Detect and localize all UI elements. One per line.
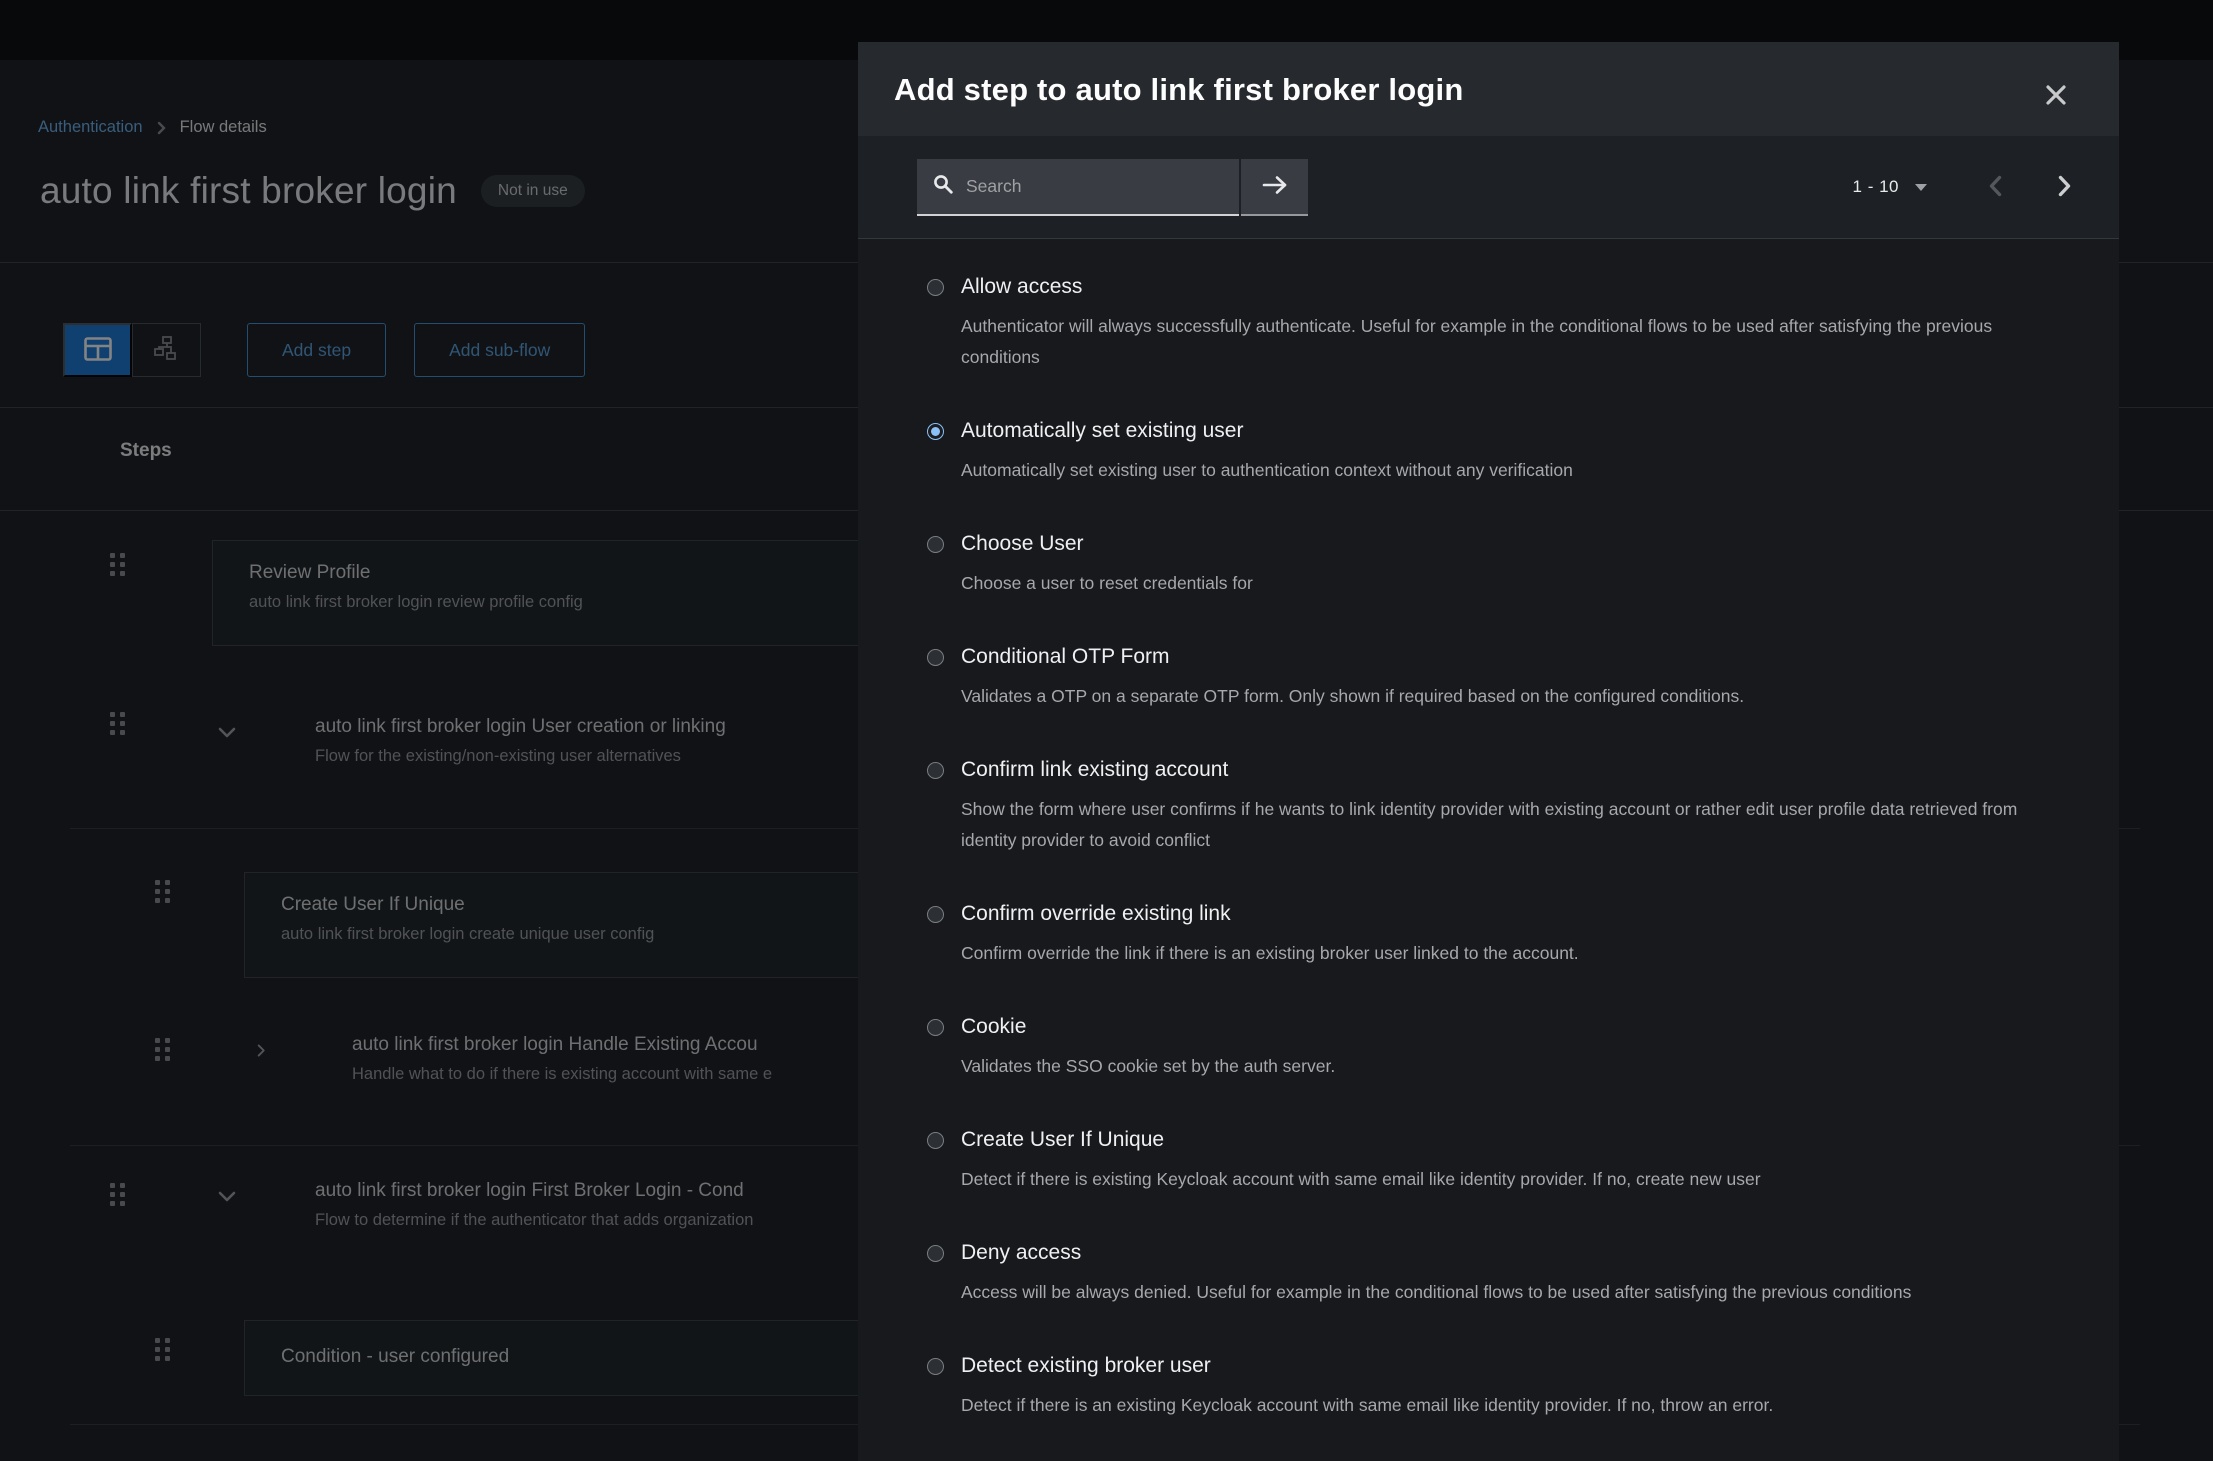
step-option[interactable]: Automatically set existing user Automatic… xyxy=(927,419,2071,486)
option-label: Confirm override existing link xyxy=(961,902,1231,926)
radio-button[interactable] xyxy=(927,1358,944,1375)
option-label: Conditional OTP Form xyxy=(961,645,1170,669)
option-description: Access will be always denied. Useful for… xyxy=(961,1277,2021,1308)
modal-toolbar: 1 - 10 xyxy=(858,136,2119,239)
step-options-list: Allow access Authenticator will always su… xyxy=(858,239,2119,1461)
step-option[interactable]: Choose User Choose a user to reset creden… xyxy=(927,532,2071,599)
option-row: Cookie xyxy=(927,1015,2071,1039)
option-row: Automatically set existing user xyxy=(927,419,2071,443)
search-icon xyxy=(933,174,953,199)
radio-button[interactable] xyxy=(927,1132,944,1149)
option-description: Show the form where user confirms if he … xyxy=(961,794,2021,856)
option-label: Detect existing broker user xyxy=(961,1354,1211,1378)
chevron-left-icon xyxy=(1989,175,2002,200)
search-box xyxy=(917,159,1239,216)
step-option[interactable]: Confirm link existing account Show the fo… xyxy=(927,758,2071,856)
step-option[interactable]: Conditional OTP Form Validates a OTP on a… xyxy=(927,645,2071,712)
option-label: Deny access xyxy=(961,1241,1081,1265)
search-submit-button[interactable] xyxy=(1241,159,1308,216)
radio-button[interactable] xyxy=(927,536,944,553)
option-description: Choose a user to reset credentials for xyxy=(961,568,2021,599)
modal-title: Add step to auto link first broker login xyxy=(894,72,2071,108)
close-button[interactable] xyxy=(2037,76,2075,117)
step-option[interactable]: Allow access Authenticator will always su… xyxy=(927,275,2071,373)
option-row: Detect existing broker user xyxy=(927,1354,2071,1378)
step-option[interactable]: Detect existing broker user Detect if the… xyxy=(927,1354,2071,1421)
option-label: Automatically set existing user xyxy=(961,419,1243,443)
radio-button[interactable] xyxy=(927,423,944,440)
step-option[interactable]: Create User If Unique Detect if there is … xyxy=(927,1128,2071,1195)
pagination-prev-button[interactable] xyxy=(1989,175,2002,200)
chevron-right-icon xyxy=(2058,175,2071,200)
option-label: Confirm link existing account xyxy=(961,758,1228,782)
chevron-down-icon[interactable] xyxy=(1915,184,1927,191)
pagination-next-button[interactable] xyxy=(2058,175,2071,200)
option-row: Confirm link existing account xyxy=(927,758,2071,782)
option-description: Automatically set existing user to authe… xyxy=(961,455,2021,486)
option-label: Cookie xyxy=(961,1015,1026,1039)
radio-button[interactable] xyxy=(927,1245,944,1262)
option-description: Detect if there is an existing Keycloak … xyxy=(961,1390,2021,1421)
option-row: Conditional OTP Form xyxy=(927,645,2071,669)
option-description: Validates a OTP on a separate OTP form. … xyxy=(961,681,2021,712)
modal-header: Add step to auto link first broker login xyxy=(858,42,2119,136)
step-option[interactable]: Cookie Validates the SSO cookie set by th… xyxy=(927,1015,2071,1082)
pagination: 1 - 10 xyxy=(1853,175,2071,200)
option-label: Allow access xyxy=(961,275,1082,299)
search-group xyxy=(917,159,1308,216)
option-row: Choose User xyxy=(927,532,2071,556)
option-description: Detect if there is existing Keycloak acc… xyxy=(961,1164,2021,1195)
radio-button[interactable] xyxy=(927,649,944,666)
option-row: Deny access xyxy=(927,1241,2071,1265)
option-row: Create User If Unique xyxy=(927,1128,2071,1152)
option-label: Choose User xyxy=(961,532,1084,556)
option-description: Authenticator will always successfully a… xyxy=(961,311,2021,373)
search-input[interactable] xyxy=(966,176,1226,197)
arrow-right-icon xyxy=(1262,175,1288,198)
option-description: Validates the SSO cookie set by the auth… xyxy=(961,1051,2021,1082)
option-row: Confirm override existing link xyxy=(927,902,2071,926)
add-step-modal: Add step to auto link first broker login… xyxy=(858,42,2119,1461)
radio-button[interactable] xyxy=(927,906,944,923)
option-description: Confirm override the link if there is an… xyxy=(961,938,2021,969)
radio-button[interactable] xyxy=(927,279,944,296)
radio-button[interactable] xyxy=(927,1019,944,1036)
step-option[interactable]: Deny access Access will be always denied.… xyxy=(927,1241,2071,1308)
option-row: Allow access xyxy=(927,275,2071,299)
radio-button[interactable] xyxy=(927,762,944,779)
option-label: Create User If Unique xyxy=(961,1128,1164,1152)
pagination-range: 1 - 10 xyxy=(1853,177,1899,197)
step-option[interactable]: Confirm override existing link Confirm ov… xyxy=(927,902,2071,969)
close-icon xyxy=(2045,94,2067,109)
